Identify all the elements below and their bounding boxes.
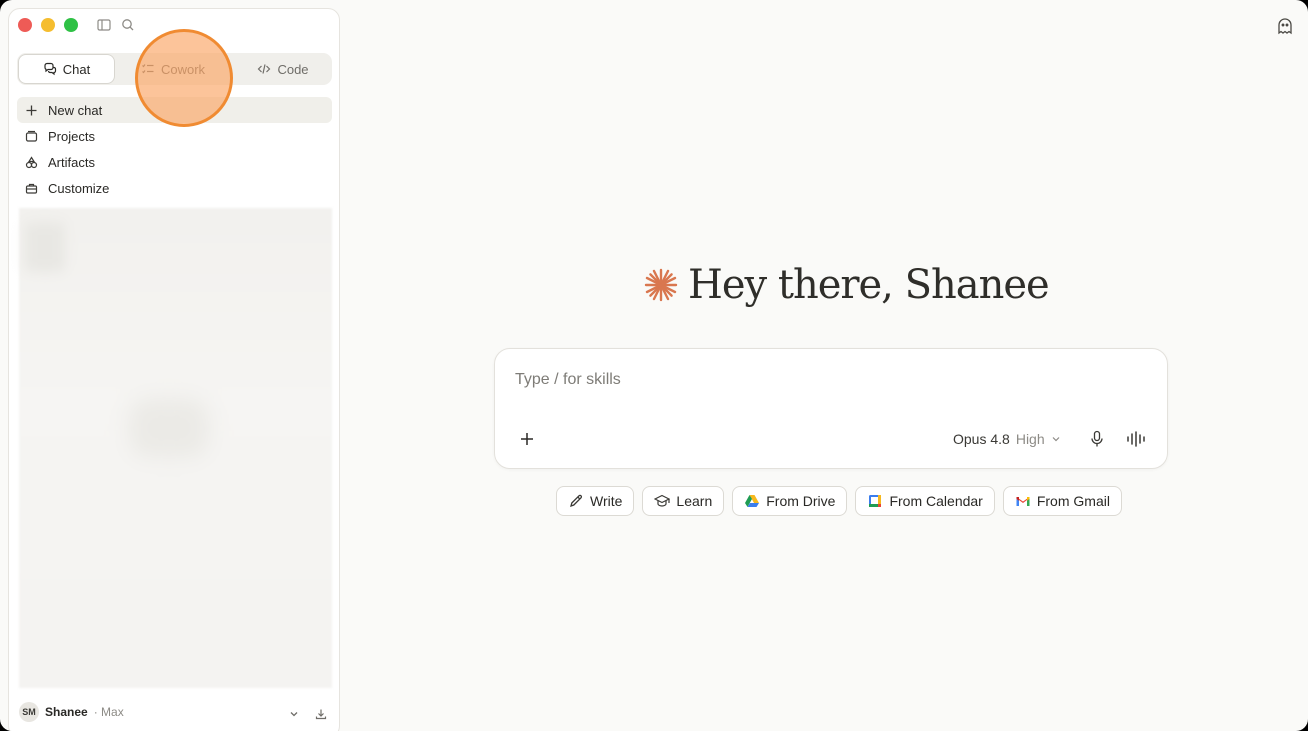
chip-label: From Drive	[766, 493, 836, 509]
claude-spark-icon	[644, 268, 678, 302]
pencil-icon	[570, 494, 583, 508]
message-composer[interactable]: Type / for skills Opus 4.8 High	[494, 348, 1168, 469]
close-window-button[interactable]	[18, 18, 32, 32]
learn-chip[interactable]: Learn	[642, 486, 725, 516]
user-name: Shanee	[45, 705, 88, 719]
sidebar-item-label: New chat	[48, 102, 103, 118]
folder-icon	[25, 130, 38, 142]
chip-label: Write	[590, 493, 623, 509]
tab-chat-label: Chat	[62, 61, 91, 77]
window-controls	[18, 18, 78, 32]
gmail-icon	[1016, 497, 1030, 506]
model-name: Opus 4.8	[953, 431, 1010, 447]
tab-chat[interactable]: Chat	[18, 54, 115, 84]
greeting: Hey there, Shanee	[644, 262, 1050, 308]
message-input[interactable]: Type / for skills	[515, 371, 621, 389]
chip-label: Learn	[676, 493, 713, 509]
maximize-window-button[interactable]	[64, 18, 78, 32]
sidebar-item-projects[interactable]: Projects	[17, 123, 332, 149]
add-attachment-icon[interactable]	[519, 431, 535, 447]
code-brackets-icon	[258, 64, 271, 74]
app-window: Chat Cowork Code New chat Projects Artif…	[0, 0, 1308, 731]
sidebar-item-label: Artifacts	[48, 154, 95, 170]
tab-cowork[interactable]: Cowork	[129, 53, 217, 85]
tab-cowork-label: Cowork	[160, 61, 206, 77]
sidebar-item-label: Customize	[48, 180, 110, 196]
briefcase-icon	[25, 183, 38, 194]
tab-code[interactable]: Code	[239, 53, 327, 85]
suggestion-chips: Write Learn From Drive From Calendar Fro…	[556, 486, 1122, 516]
user-menu[interactable]: SM Shanee · Max	[19, 702, 124, 722]
sidebar-item-artifacts[interactable]: Artifacts	[17, 149, 332, 175]
sidebar-item-label: Projects	[48, 128, 95, 144]
search-icon[interactable]	[120, 17, 136, 33]
from-drive-chip[interactable]: From Drive	[732, 486, 848, 516]
sidebar-nav: New chat Projects Artifacts Customize	[17, 97, 332, 201]
chevron-down-icon[interactable]	[288, 707, 300, 719]
sidebar-toggle-icon[interactable]	[96, 17, 112, 33]
chat-bubbles-icon	[44, 62, 56, 76]
google-calendar-icon	[869, 495, 882, 507]
voice-mode-icon[interactable]	[1126, 430, 1148, 448]
sidebar-item-customize[interactable]: Customize	[17, 175, 332, 201]
tab-code-label: Code	[277, 61, 309, 77]
greeting-text: Hey there, Shanee	[688, 262, 1050, 308]
recent-chats-list-blurred	[19, 208, 332, 688]
checklist-icon	[142, 64, 154, 74]
chip-label: From Calendar	[889, 493, 983, 509]
plus-icon	[26, 105, 37, 115]
from-calendar-chip[interactable]: From Calendar	[855, 486, 995, 516]
chip-label: From Gmail	[1036, 493, 1110, 509]
effort-level: High	[1015, 431, 1045, 447]
mode-switcher: Chat Cowork Code	[17, 53, 332, 85]
google-drive-icon	[745, 495, 760, 507]
minimize-window-button[interactable]	[41, 18, 55, 32]
model-selector[interactable]: Opus 4.8 High	[953, 431, 1061, 447]
avatar: SM	[19, 702, 39, 722]
user-plan: · Max	[93, 705, 124, 719]
sidebar: Chat Cowork Code New chat Projects Artif…	[8, 8, 340, 731]
write-chip[interactable]: Write	[556, 486, 635, 516]
microphone-icon[interactable]	[1089, 430, 1105, 448]
sidebar-item-new-chat[interactable]: New chat	[17, 97, 332, 123]
chevron-down-icon	[1052, 437, 1060, 442]
from-gmail-chip[interactable]: From Gmail	[1002, 486, 1122, 516]
ghost-icon[interactable]	[1276, 17, 1294, 35]
shapes-icon	[25, 155, 38, 168]
graduation-cap-icon	[654, 494, 671, 507]
download-icon[interactable]	[315, 707, 327, 720]
